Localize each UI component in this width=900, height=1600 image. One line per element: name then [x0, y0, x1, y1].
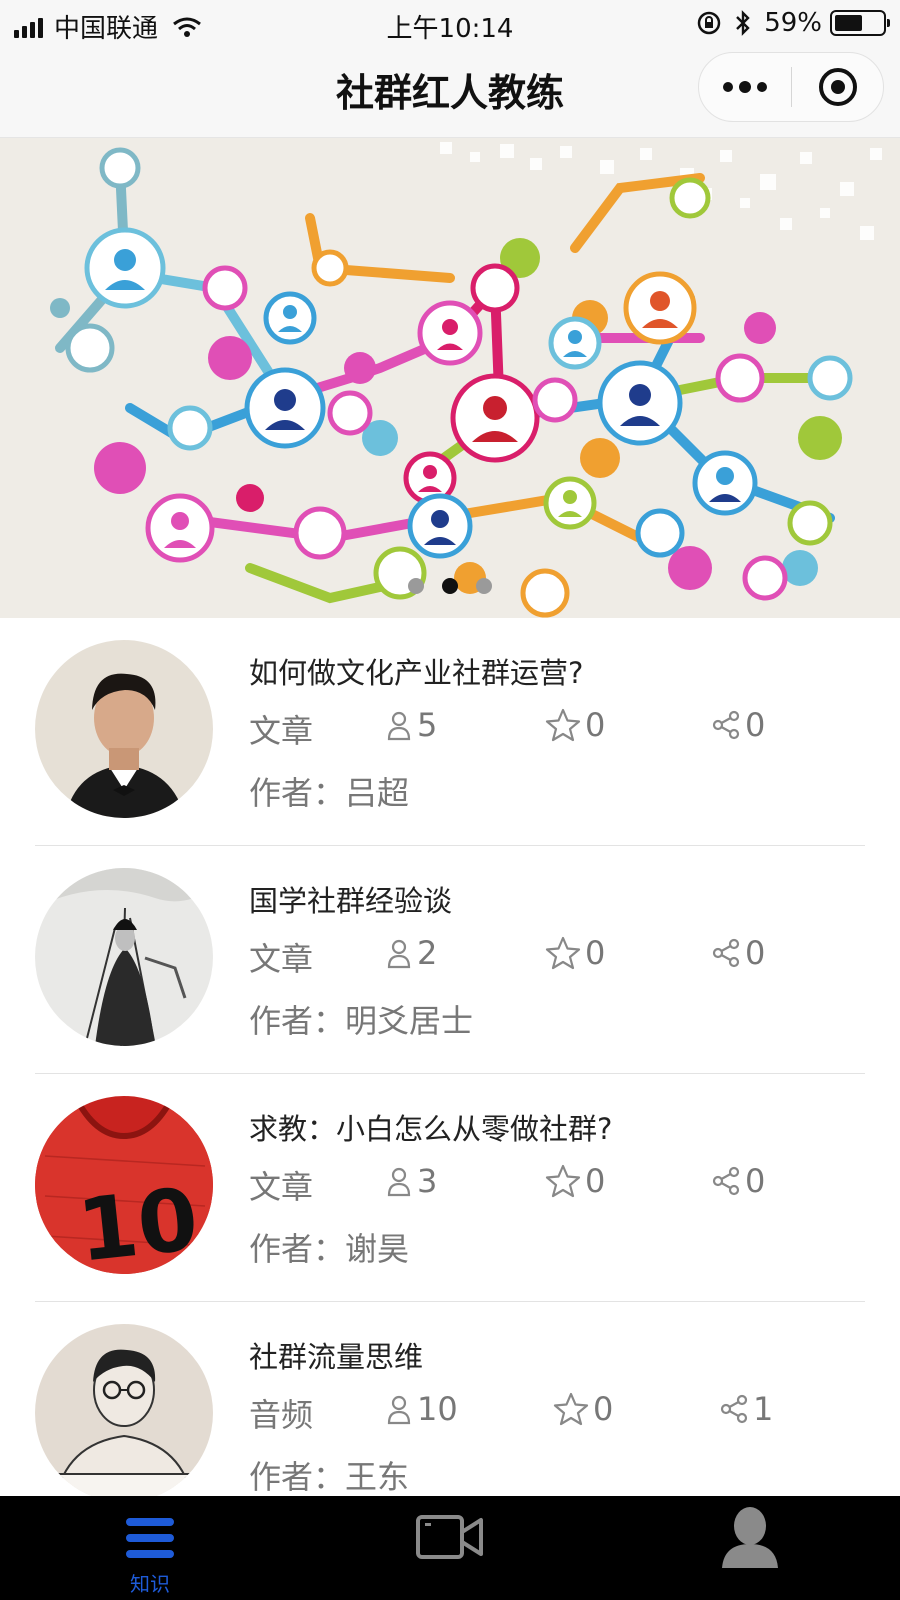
star-icon: [553, 1392, 589, 1426]
list-item[interactable]: 10 求教：小白怎么从零做社群? 文章 3 0 0 作者：谢昊: [0, 1074, 900, 1302]
article-type: 文章: [249, 940, 314, 978]
share-count[interactable]: 0: [711, 706, 765, 744]
article-meta: 文章 5 0 0: [249, 706, 809, 750]
article-author: 作者：王东: [249, 1458, 410, 1496]
close-target-button[interactable]: [792, 53, 883, 121]
bluetooth-icon: [736, 10, 750, 36]
list-item[interactable]: 国学社群经验谈 文章 2 0 0 作者：明爻居士: [0, 846, 900, 1074]
svg-text:10: 10: [73, 1170, 202, 1274]
article-meta: 文章 2 0 0: [249, 934, 809, 978]
like-count[interactable]: 0: [545, 1162, 605, 1200]
view-count: 3: [385, 1162, 437, 1200]
article-title[interactable]: 国学社群经验谈: [249, 878, 452, 920]
article-author: 作者：吕超: [249, 774, 410, 812]
article-type: 文章: [249, 1168, 314, 1206]
tab-knowledge[interactable]: 知识: [100, 1496, 200, 1600]
share-icon: [712, 938, 740, 968]
article-meta: 音频 10 0 1: [249, 1390, 809, 1434]
view-count: 10: [385, 1390, 458, 1428]
status-right: 59%: [696, 8, 890, 38]
share-count[interactable]: 0: [711, 934, 765, 972]
video-camera-icon: [416, 1515, 483, 1559]
star-icon: [545, 936, 581, 970]
share-icon: [712, 1166, 740, 1196]
person-icon: [722, 1507, 778, 1568]
article-list: 如何做文化产业社群运营? 文章 5 0 0 作者：吕超 国学社群经验谈 文章 2…: [0, 618, 900, 1530]
avatar: [35, 640, 213, 818]
article-author: 作者：明爻居士: [249, 1002, 474, 1040]
carousel-indicators: [0, 578, 900, 594]
person-icon: [387, 1395, 411, 1425]
star-icon: [545, 708, 581, 742]
tab-video[interactable]: [400, 1496, 500, 1600]
share-icon: [712, 710, 740, 740]
article-title[interactable]: 社群流量思维: [249, 1334, 423, 1376]
article-type: 文章: [249, 712, 314, 750]
star-icon: [545, 1164, 581, 1198]
tab-bar: 知识: [0, 1496, 900, 1600]
rotation-lock-icon: [697, 11, 721, 35]
target-ring-icon: [818, 68, 857, 106]
share-icon: [720, 1394, 748, 1424]
share-count[interactable]: 1: [719, 1390, 773, 1428]
tab-label: 知识: [130, 1572, 170, 1596]
person-icon: [387, 711, 411, 741]
share-count[interactable]: 0: [711, 1162, 765, 1200]
menu-lines-icon: [126, 1518, 174, 1558]
article-meta: 文章 3 0 0: [249, 1162, 809, 1206]
article-title[interactable]: 求教：小白怎么从零做社群?: [249, 1106, 612, 1148]
avatar: [35, 868, 213, 1046]
list-item[interactable]: 如何做文化产业社群运营? 文章 5 0 0 作者：吕超: [0, 618, 900, 846]
banner-carousel[interactable]: [0, 138, 900, 618]
battery-percent: 59%: [764, 8, 822, 38]
person-icon: [387, 939, 411, 969]
article-title[interactable]: 如何做文化产业社群运营?: [249, 650, 583, 692]
carousel-dot[interactable]: [408, 578, 424, 594]
article-author: 作者：谢昊: [249, 1230, 410, 1268]
avatar: [35, 1324, 213, 1502]
like-count[interactable]: 0: [545, 706, 605, 744]
mini-program-capsule: [698, 52, 884, 122]
person-icon: [387, 1167, 411, 1197]
social-network-illustration: [0, 138, 900, 618]
carousel-dot[interactable]: [476, 578, 492, 594]
carousel-dot-active[interactable]: [442, 578, 458, 594]
article-type: 音频: [249, 1396, 314, 1434]
view-count: 5: [385, 706, 437, 744]
view-count: 2: [385, 934, 437, 972]
like-count[interactable]: 0: [545, 934, 605, 972]
nav-bar: 社群红人教练: [0, 46, 900, 138]
tab-me[interactable]: [700, 1496, 800, 1600]
status-bar: 中国联通 上午10:14 59%: [0, 0, 900, 46]
battery-icon: [830, 10, 890, 36]
avatar: 10: [35, 1096, 213, 1274]
like-count[interactable]: 0: [553, 1390, 613, 1428]
more-dots-icon[interactable]: [699, 53, 791, 121]
